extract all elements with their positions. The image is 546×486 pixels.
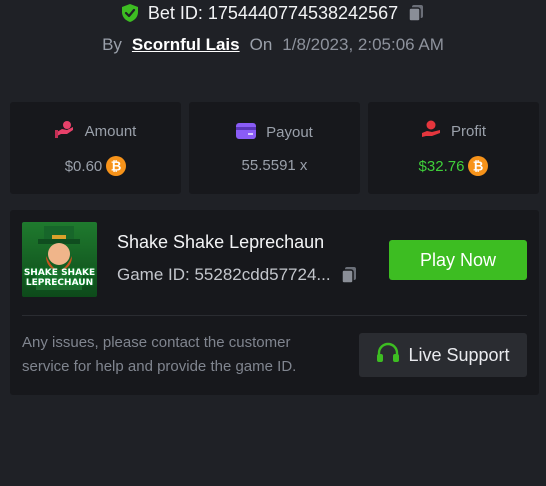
profit-value: $32.76 [418, 157, 465, 175]
username-link[interactable]: Scornful Lais [132, 35, 240, 55]
bet-date: 1/8/2023, 2:05:06 AM [282, 35, 444, 54]
by-label: By [102, 35, 122, 54]
amount-label: Amount [84, 122, 137, 140]
game-title: Shake Shake Leprechaun [117, 232, 325, 252]
thumb-title-line2: LEPRECHAUN [25, 278, 94, 288]
btc-icon: ₿ [468, 156, 489, 176]
card-icon [236, 122, 257, 143]
amount-value: $0.60 [64, 157, 103, 175]
verified-shield-icon [120, 3, 140, 23]
headset-icon [376, 342, 400, 369]
play-now-button[interactable]: Play Now [389, 240, 527, 280]
svg-text:₿: ₿ [111, 160, 122, 175]
bet-id: Bet ID: 1754440774538242567 [147, 2, 399, 23]
hand-coin-icon [421, 120, 441, 142]
profit-label: Profit [450, 122, 486, 140]
on-label: On [249, 35, 273, 54]
payout-value: 55.5591 x [241, 156, 308, 174]
payout-stat: Payout 55.5591 x [189, 102, 360, 194]
svg-text:₿: ₿ [473, 160, 484, 175]
live-support-button[interactable]: Live Support [359, 333, 527, 377]
game-id: Game ID: 55282cdd57724... [117, 265, 331, 284]
game-thumbnail[interactable]: SHAKE SHAKE LEPRECHAUN [22, 222, 97, 297]
payout-label: Payout [266, 124, 313, 141]
copy-bet-id-icon[interactable] [406, 3, 426, 23]
game-card: SHAKE SHAKE LEPRECHAUN Shake Shake Lepre… [10, 210, 539, 395]
divider [22, 315, 527, 316]
btc-icon: ₿ [106, 156, 127, 176]
support-notice: Any issues, please contact the customer … [22, 334, 297, 375]
thumb-title-line1: SHAKE SHAKE [23, 268, 96, 278]
bet-byline: By Scornful Lais On 1/8/2023, 2:05:06 AM [0, 33, 546, 57]
copy-game-id-icon[interactable] [339, 265, 359, 285]
amount-stat: Amount $0.60 ₿ [10, 102, 181, 194]
bet-stats: Amount $0.60 ₿ Payout 55.5591 x Profit $… [10, 102, 539, 194]
coin-hand-icon [54, 120, 75, 142]
bet-id-header: Bet ID: 1754440774538242567 [0, 0, 546, 26]
profit-stat: Profit $32.76 ₿ [368, 102, 539, 194]
live-support-label: Live Support [408, 344, 510, 365]
